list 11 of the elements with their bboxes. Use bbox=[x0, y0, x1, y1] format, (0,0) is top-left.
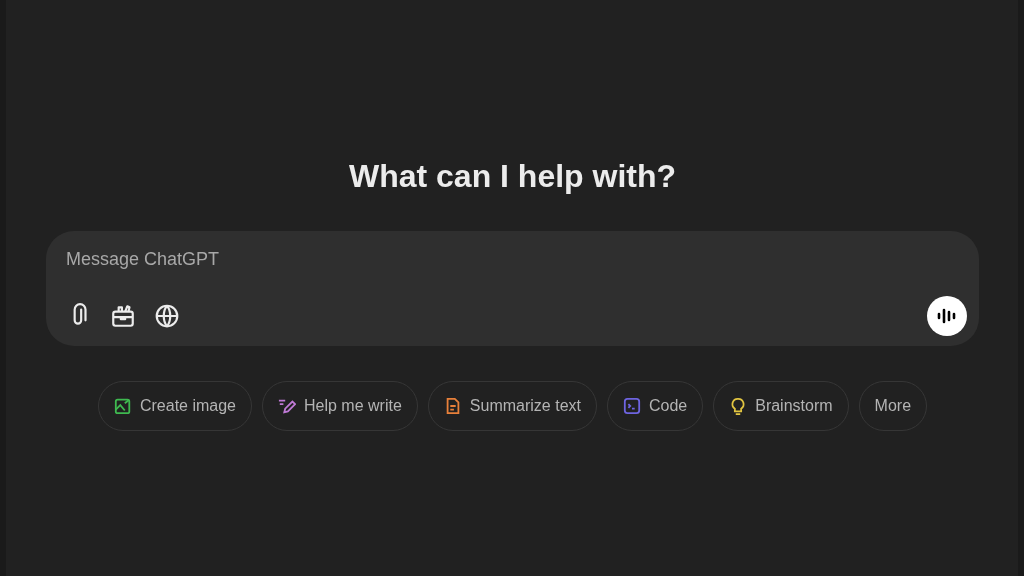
image-icon bbox=[113, 397, 132, 415]
heading: What can I help with? bbox=[348, 158, 677, 195]
suggestion-chip[interactable]: Brainstorm bbox=[713, 381, 849, 431]
toolbox-icon[interactable] bbox=[110, 303, 136, 329]
globe-icon[interactable] bbox=[154, 303, 180, 329]
suggestion-chip[interactable]: Help me write bbox=[262, 381, 418, 431]
message-field[interactable]: Message ChatGPT bbox=[66, 249, 466, 270]
voice-button[interactable] bbox=[927, 296, 967, 336]
lightbulb-icon bbox=[729, 397, 748, 415]
terminal-icon bbox=[622, 397, 641, 415]
pen-icon bbox=[278, 397, 296, 415]
